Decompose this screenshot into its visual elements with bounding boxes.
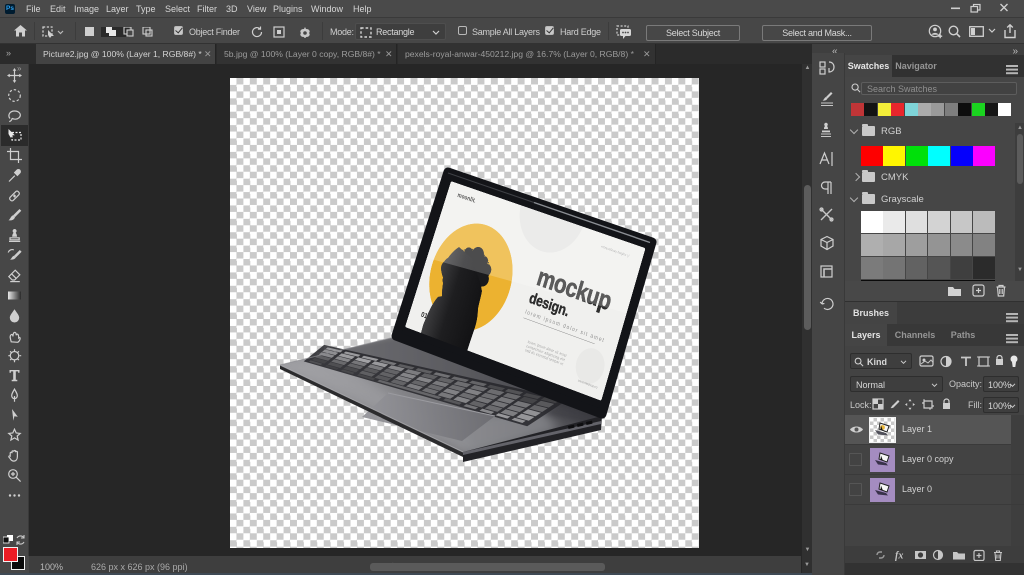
svg-text:fx: fx (895, 551, 903, 562)
